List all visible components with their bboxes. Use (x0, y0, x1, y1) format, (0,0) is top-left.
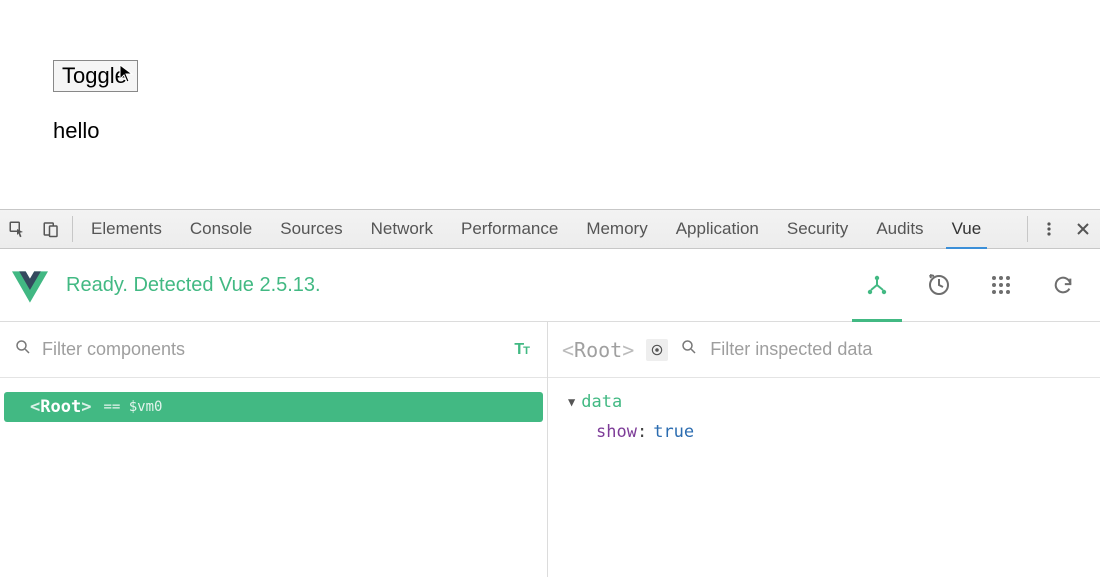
toggle-button[interactable]: Toggle (53, 60, 138, 92)
inspector-header: <Root> (548, 322, 1100, 378)
data-key: show (596, 422, 637, 442)
inspector-body: ▼ data show:true (548, 378, 1100, 456)
vue-panels: TT <Root> == $vm0 <Root> ▼ data (0, 322, 1100, 577)
events-tool-icon[interactable] (986, 270, 1016, 300)
caret-down-icon: ▼ (568, 395, 575, 409)
kebab-menu-icon[interactable] (1032, 210, 1066, 248)
tab-elements[interactable]: Elements (77, 210, 176, 248)
component-tree-panel: TT <Root> == $vm0 (0, 322, 548, 577)
scroll-into-view-icon[interactable] (646, 339, 668, 361)
tab-application[interactable]: Application (662, 210, 773, 248)
vuex-tool-icon[interactable] (924, 270, 954, 300)
search-icon (680, 338, 698, 361)
page-output-text: hello (53, 118, 1100, 144)
tab-performance[interactable]: Performance (447, 210, 572, 248)
tab-sources[interactable]: Sources (266, 210, 356, 248)
inspect-element-icon[interactable] (0, 210, 34, 248)
tab-vue[interactable]: Vue (938, 210, 996, 248)
tabbar-divider (72, 216, 73, 242)
vue-logo-icon (12, 271, 48, 308)
refresh-tool-icon[interactable] (1048, 270, 1078, 300)
data-value: true (653, 422, 694, 442)
device-toolbar-icon[interactable] (34, 210, 68, 248)
data-section-header[interactable]: ▼ data (568, 392, 1080, 412)
inspector-filter-input[interactable] (710, 339, 1082, 360)
tab-audits[interactable]: Audits (862, 210, 937, 248)
text-size-icon[interactable]: TT (514, 341, 529, 359)
component-filter-input[interactable] (42, 339, 504, 360)
tree-root-row[interactable]: <Root> == $vm0 (4, 392, 543, 422)
close-devtools-icon[interactable] (1066, 210, 1100, 248)
tab-network[interactable]: Network (357, 210, 447, 248)
tabbar-divider (1027, 216, 1028, 242)
tree-root-label: <Root> (30, 397, 91, 417)
data-entry[interactable]: show:true (568, 422, 1080, 442)
component-filter-row: TT (0, 322, 547, 378)
component-tree: <Root> == $vm0 (0, 378, 547, 436)
inspector-panel: <Root> ▼ data show:true (548, 322, 1100, 577)
tab-console[interactable]: Console (176, 210, 266, 248)
tree-root-alias: == $vm0 (103, 399, 162, 415)
vue-statusbar: Ready. Detected Vue 2.5.13. (0, 249, 1100, 322)
rendered-page: Toggle hello (0, 0, 1100, 209)
tab-memory[interactable]: Memory (572, 210, 661, 248)
search-icon (14, 338, 32, 361)
tab-security[interactable]: Security (773, 210, 862, 248)
vue-tools (862, 270, 1078, 300)
components-tool-icon[interactable] (862, 270, 892, 300)
inspector-crumb-root: <Root> (562, 338, 634, 362)
toggle-button-label: Toggle (62, 63, 127, 88)
devtools-tabbar: Elements Console Sources Network Perform… (0, 209, 1100, 249)
data-section-label: data (581, 392, 622, 412)
vue-status-message: Ready. Detected Vue 2.5.13. (66, 274, 321, 297)
